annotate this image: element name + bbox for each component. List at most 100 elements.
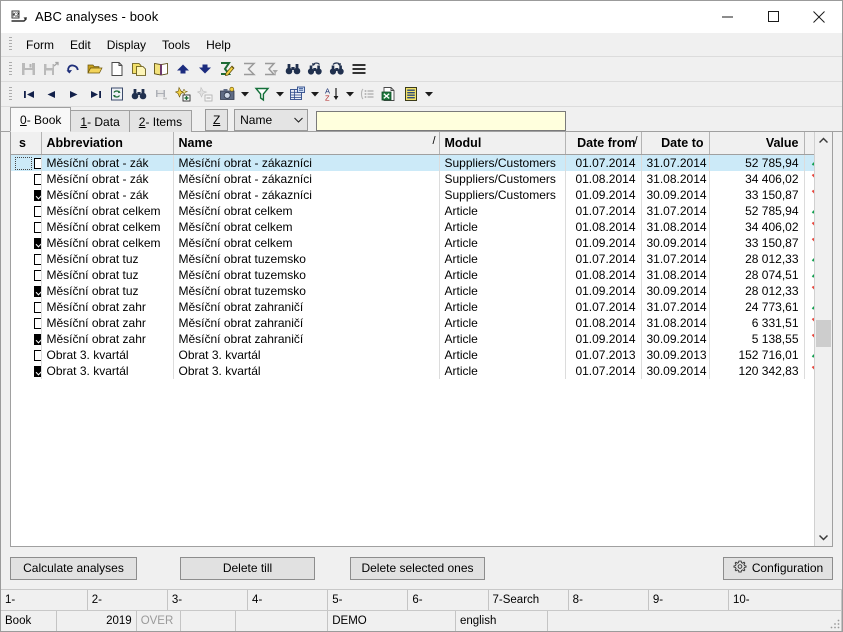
row-checkbox[interactable] [34, 366, 41, 377]
row-value[interactable]: 52 785,94 [709, 203, 804, 219]
row-checkbox[interactable] [34, 174, 41, 185]
row-abbreviation[interactable]: Obrat 3. kvartál [41, 363, 173, 379]
arrow-up-icon[interactable] [172, 58, 194, 80]
scroll-track[interactable] [815, 149, 832, 529]
grid-settings-icon[interactable] [286, 83, 308, 105]
row-select-cell[interactable] [11, 347, 41, 363]
save-as-icon[interactable] [40, 58, 62, 80]
menu-display[interactable]: Display [99, 36, 154, 54]
row-checkbox[interactable] [34, 238, 41, 249]
open-folder-icon[interactable] [84, 58, 106, 80]
menu-edit[interactable]: Edit [62, 36, 99, 54]
row-abbreviation[interactable]: Měsíční obrat tuz [41, 251, 173, 267]
grid-toolbar-gripper[interactable] [9, 87, 12, 102]
row-abbreviation[interactable]: Měsíční obrat - zák [41, 155, 173, 172]
tab-items[interactable]: 2 - Items [129, 110, 192, 132]
list-menu-icon[interactable] [348, 58, 370, 80]
menu-help[interactable]: Help [198, 36, 239, 54]
new-document-icon[interactable] [106, 58, 128, 80]
row-value[interactable]: 24 773,61 [709, 299, 804, 315]
row-abbreviation[interactable]: Měsíční obrat celkem [41, 235, 173, 251]
prev-record-icon[interactable] [40, 83, 62, 105]
column-header-value[interactable]: Value [709, 132, 804, 155]
row-name[interactable]: Měsíční obrat celkem [173, 219, 439, 235]
row-select-cell[interactable] [11, 315, 41, 331]
row-abbreviation[interactable]: Měsíční obrat celkem [41, 219, 173, 235]
row-modul[interactable]: Suppliers/Customers [439, 187, 565, 203]
row-value[interactable]: 152 716,01 [709, 347, 804, 363]
delete-till-button[interactable]: Delete till [180, 557, 315, 580]
row-date-to[interactable]: 31.08.2014 [641, 219, 709, 235]
scroll-up-button[interactable] [815, 132, 832, 149]
row-select-cell[interactable] [11, 155, 41, 172]
column-header-name[interactable]: Name / [173, 132, 439, 155]
toolbar-gripper[interactable] [9, 62, 12, 77]
row-date-from[interactable]: 01.07.2014 [565, 363, 641, 379]
minimize-button[interactable] [704, 1, 750, 32]
row-value[interactable]: 33 150,87 [709, 235, 804, 251]
row-abbreviation[interactable]: Měsíční obrat tuz [41, 267, 173, 283]
scroll-thumb[interactable] [816, 320, 831, 347]
row-abbreviation[interactable]: Měsíční obrat zahr [41, 315, 173, 331]
row-select-cell[interactable] [11, 251, 41, 267]
row-date-from[interactable]: 01.08.2014 [565, 219, 641, 235]
column-header-date-from[interactable]: Date from / [565, 132, 641, 155]
sort-dropdown-arrow-icon[interactable] [343, 83, 356, 105]
export-excel-icon[interactable] [378, 83, 400, 105]
report-icon[interactable] [400, 83, 422, 105]
close-button[interactable] [796, 1, 842, 32]
row-date-to[interactable]: 30.09.2014 [641, 283, 709, 299]
row-date-from[interactable]: 01.07.2013 [565, 347, 641, 363]
snapshot-icon[interactable] [216, 83, 238, 105]
row-name[interactable]: Měsíční obrat - zákazníci [173, 155, 439, 172]
binoculars-icon[interactable] [282, 58, 304, 80]
arrow-down-icon[interactable] [194, 58, 216, 80]
function-key-3[interactable]: 3- [168, 590, 248, 610]
row-modul[interactable]: Article [439, 331, 565, 347]
row-date-from[interactable]: 01.07.2014 [565, 251, 641, 267]
row-value[interactable]: 28 012,33 [709, 283, 804, 299]
find-next-icon[interactable] [150, 83, 172, 105]
row-abbreviation[interactable]: Měsíční obrat zahr [41, 331, 173, 347]
table-row[interactable]: Obrat 3. kvartálObrat 3. kvartálArticle0… [11, 363, 814, 379]
sigma-filter-icon[interactable] [260, 58, 282, 80]
function-key-1[interactable]: 1- [1, 590, 88, 610]
row-modul[interactable]: Article [439, 283, 565, 299]
filter-dropdown-arrow-icon[interactable] [273, 83, 286, 105]
row-date-from[interactable]: 01.07.2014 [565, 203, 641, 219]
binoculars-next-icon[interactable] [326, 58, 348, 80]
row-date-to[interactable]: 30.09.2014 [641, 235, 709, 251]
row-name[interactable]: Měsíční obrat - zákazníci [173, 187, 439, 203]
grid-settings-dropdown-arrow-icon[interactable] [308, 83, 321, 105]
edit-sum-icon[interactable] [216, 58, 238, 80]
function-key-5[interactable]: 5- [328, 590, 408, 610]
row-abbreviation[interactable]: Obrat 3. kvartál [41, 347, 173, 363]
column-header-trend[interactable] [804, 132, 814, 155]
row-name[interactable]: Měsíční obrat tuzemsko [173, 283, 439, 299]
menu-tools[interactable]: Tools [154, 36, 198, 54]
tab-book[interactable]: 0 - Book [10, 107, 71, 132]
configuration-button[interactable]: Configuration [723, 557, 833, 580]
scroll-down-button[interactable] [815, 529, 832, 546]
row-checkbox[interactable] [34, 318, 41, 329]
table-row[interactable]: Obrat 3. kvartálObrat 3. kvartálArticle0… [11, 347, 814, 363]
add-record-icon[interactable] [172, 83, 194, 105]
row-abbreviation[interactable]: Měsíční obrat celkem [41, 203, 173, 219]
row-date-to[interactable]: 31.08.2014 [641, 171, 709, 187]
row-abbreviation[interactable]: Měsíční obrat tuz [41, 283, 173, 299]
table-row[interactable]: Měsíční obrat zahrMěsíční obrat zahranič… [11, 299, 814, 315]
row-select-cell[interactable] [11, 219, 41, 235]
row-select-cell[interactable] [11, 331, 41, 347]
table-row[interactable]: Měsíční obrat tuzMěsíční obrat tuzemskoA… [11, 283, 814, 299]
row-name[interactable]: Měsíční obrat celkem [173, 235, 439, 251]
save-icon[interactable] [18, 58, 40, 80]
grid-vertical-scrollbar[interactable] [814, 132, 832, 546]
row-modul[interactable]: Article [439, 347, 565, 363]
row-date-from[interactable]: 01.09.2014 [565, 283, 641, 299]
sort-az-icon[interactable]: A Z [321, 83, 343, 105]
row-value[interactable]: 34 406,02 [709, 171, 804, 187]
table-row[interactable]: Měsíční obrat tuzMěsíční obrat tuzemskoA… [11, 251, 814, 267]
row-date-from[interactable]: 01.07.2014 [565, 299, 641, 315]
row-checkbox[interactable] [34, 286, 41, 297]
row-date-to[interactable]: 30.09.2014 [641, 187, 709, 203]
